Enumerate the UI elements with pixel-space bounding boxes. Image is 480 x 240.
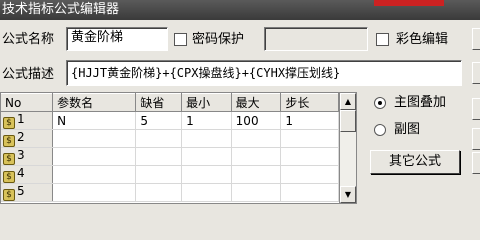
param-max-cell[interactable] (231, 165, 282, 184)
row-number: $4 (1, 165, 54, 184)
row-icon: $ (3, 135, 15, 147)
param-name-cell[interactable] (52, 147, 137, 166)
param-name-cell[interactable] (52, 183, 137, 202)
formula-desc-label: 公式描述 (2, 67, 55, 82)
param-max-cell[interactable] (231, 147, 282, 166)
row-number: $5 (1, 183, 54, 202)
param-default-cell[interactable]: 5 (135, 111, 183, 130)
row-icon: $ (3, 117, 15, 129)
formula-name-label: 公式名称 (2, 32, 55, 47)
main-chart-radio[interactable] (374, 97, 386, 109)
table-row[interactable]: $4 (1, 165, 339, 184)
col-header-no[interactable]: No (1, 93, 54, 112)
edge-button-5[interactable] (472, 152, 480, 174)
col-header-min[interactable]: 最小 (181, 93, 232, 112)
color-edit-label: 彩色编辑 (396, 32, 449, 47)
param-default-cell[interactable] (135, 129, 183, 148)
sub-chart-label: 副图 (394, 122, 421, 137)
col-header-max[interactable]: 最大 (231, 93, 282, 112)
param-step-cell[interactable] (280, 147, 339, 166)
params-header-row: No 参数名 缺省 最小 最大 步长 (1, 93, 339, 112)
col-header-default[interactable]: 缺省 (135, 93, 183, 112)
param-default-cell[interactable] (135, 147, 183, 166)
param-max-cell[interactable] (231, 129, 282, 148)
params-scrollbar[interactable]: ▲ ▼ (339, 92, 357, 204)
param-name-cell[interactable] (52, 129, 137, 148)
row-icon: $ (3, 171, 15, 183)
edge-button-1[interactable] (472, 28, 480, 50)
password-checkbox[interactable] (174, 33, 187, 46)
param-step-cell[interactable]: 1 (280, 111, 339, 130)
row-number: $2 (1, 129, 54, 148)
table-row[interactable]: $3 (1, 147, 339, 166)
formula-name-input[interactable]: 黄金阶梯 (66, 27, 168, 51)
edge-button-3[interactable] (472, 98, 480, 120)
title-accent-red (374, 0, 444, 6)
param-default-cell[interactable] (135, 183, 183, 202)
param-min-cell[interactable] (181, 165, 232, 184)
param-min-cell[interactable] (181, 147, 232, 166)
param-step-cell[interactable] (280, 165, 339, 184)
scroll-up-button[interactable]: ▲ (340, 93, 356, 110)
color-edit-checkbox[interactable] (376, 33, 389, 46)
scroll-thumb[interactable] (340, 110, 356, 132)
col-header-name[interactable]: 参数名 (52, 93, 137, 112)
formula-desc-input[interactable]: {HJJT黄金阶梯}+{CPX操盘线}+{CYHX撑压划线} (66, 60, 462, 86)
table-row[interactable]: $2 (1, 129, 339, 148)
edge-button-4[interactable] (472, 128, 480, 150)
edge-button-2[interactable] (472, 62, 480, 84)
row-number: $1 (1, 111, 54, 130)
param-step-cell[interactable] (280, 129, 339, 148)
window-title: 技术指标公式编辑器 (2, 2, 120, 17)
table-row[interactable]: $1 N 5 1 100 1 (1, 111, 339, 130)
row-number: $3 (1, 147, 54, 166)
password-label: 密码保护 (192, 32, 245, 47)
col-header-step[interactable]: 步长 (280, 93, 339, 112)
param-name-cell[interactable] (52, 165, 137, 184)
table-row[interactable]: $5 (1, 183, 339, 202)
param-min-cell[interactable] (181, 183, 232, 202)
param-default-cell[interactable] (135, 165, 183, 184)
param-max-cell[interactable] (231, 183, 282, 202)
param-name-cell[interactable]: N (52, 111, 137, 130)
param-min-cell[interactable] (181, 129, 232, 148)
param-min-cell[interactable]: 1 (181, 111, 232, 130)
other-formula-button[interactable]: 其它公式 (370, 150, 460, 174)
scroll-down-button[interactable]: ▼ (340, 186, 356, 203)
row-icon: $ (3, 153, 15, 165)
param-max-cell[interactable]: 100 (231, 111, 282, 130)
sub-chart-radio[interactable] (374, 124, 386, 136)
main-chart-label: 主图叠加 (394, 95, 447, 110)
param-step-cell[interactable] (280, 183, 339, 202)
params-table[interactable]: No 参数名 缺省 最小 最大 步长 $1 N 5 1 100 1 $2 $ 3… (0, 92, 340, 204)
password-input[interactable] (264, 27, 368, 51)
row-icon: $ (3, 189, 15, 201)
